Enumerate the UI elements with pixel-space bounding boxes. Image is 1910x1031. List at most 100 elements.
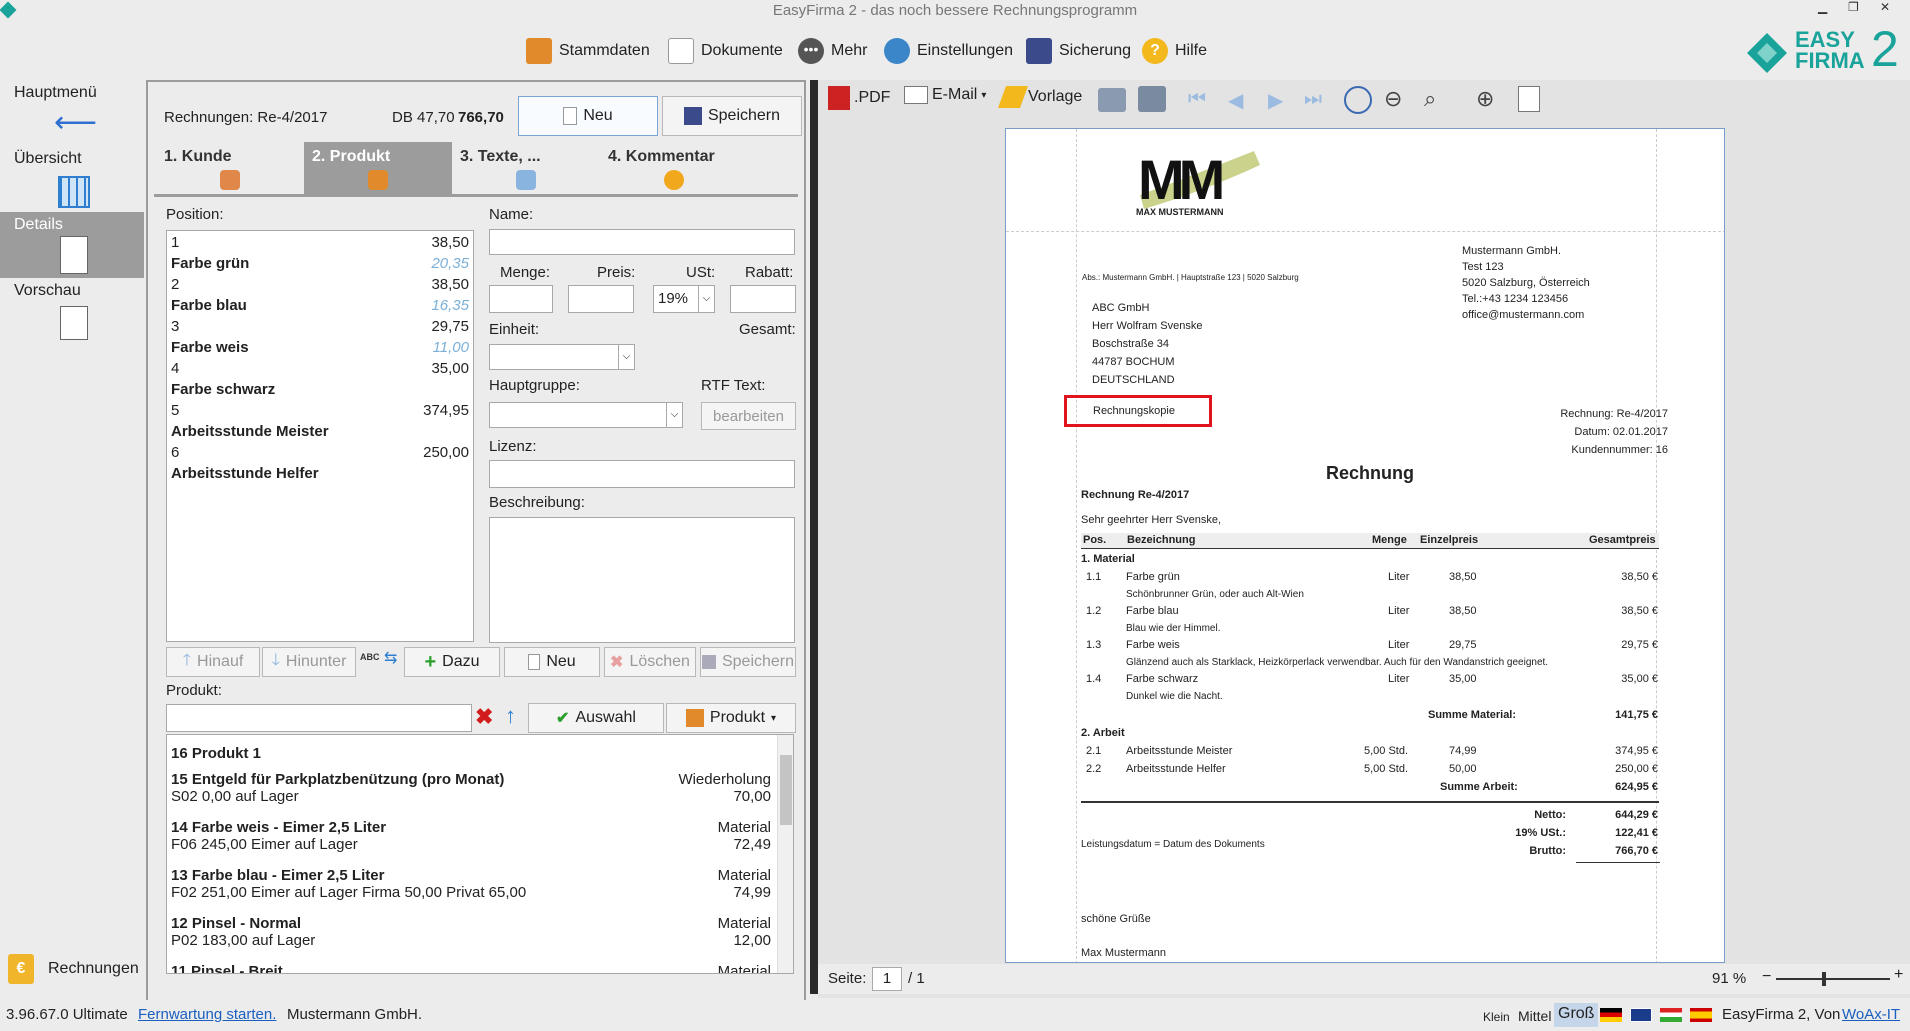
scrollbar-thumb[interactable] xyxy=(780,755,792,825)
vorlage-button[interactable]: Vorlage xyxy=(997,86,1082,108)
flag-hu-icon[interactable] xyxy=(1660,1008,1682,1022)
position-row[interactable]: 4 35,00 xyxy=(171,360,469,381)
lizenz-input[interactable] xyxy=(489,460,795,488)
nav-hauptmenu[interactable]: Hauptmenü ⟵ xyxy=(0,80,144,146)
product-item[interactable]: 14 Farbe weis - Eimer 2,5 Liter Material F… xyxy=(171,819,771,853)
position-neu-button[interactable]: Neu xyxy=(504,647,600,677)
hinauf-button[interactable]: 🡑 Hinauf xyxy=(166,647,260,677)
title-bar: EasyFirma 2 - das noch bessere Rechnungs… xyxy=(0,0,1910,24)
produkt-dropdown-button[interactable]: Produkt ▾ xyxy=(666,703,796,733)
swap-icon[interactable]: ⇆ xyxy=(384,648,397,668)
pdf-button[interactable]: .PDF xyxy=(828,86,890,110)
zoom-minus-icon[interactable]: − xyxy=(1762,968,1771,986)
export-icon[interactable] xyxy=(1518,86,1540,112)
einheit-select[interactable]: ⌵ xyxy=(489,344,635,370)
position-name-row[interactable]: Farbe weis 11,00 xyxy=(171,339,469,360)
product-item[interactable]: 13 Farbe blau - Eimer 2,5 Liter Material F… xyxy=(171,867,771,901)
email-button[interactable]: E-Mail ▾ xyxy=(904,86,986,104)
zoom-in-icon[interactable]: ⊕ xyxy=(1476,86,1494,112)
abc-sort-icon[interactable]: ABC xyxy=(360,652,380,662)
stammdaten-button[interactable]: Stammdaten xyxy=(526,38,650,64)
fernwartung-link[interactable]: Fernwartung starten. xyxy=(138,1006,276,1023)
print-icon[interactable] xyxy=(1098,88,1126,112)
loeschen-button[interactable]: ✖ Löschen xyxy=(604,647,696,677)
greeting: Sehr geehrter Herr Svenske, xyxy=(1081,514,1222,526)
mehr-button[interactable]: ••• Mehr xyxy=(798,38,867,64)
tab-texte[interactable]: 3. Texte, ... xyxy=(452,142,600,194)
copy-label: Rechnungskopie xyxy=(1093,405,1175,417)
position-row[interactable]: 1 38,50 xyxy=(171,234,469,255)
hauptgruppe-select[interactable]: ⌵ xyxy=(489,402,683,428)
nav-rechnungen[interactable]: € Rechnungen xyxy=(8,954,139,984)
dokumente-button[interactable]: Dokumente xyxy=(668,38,783,64)
position-name-row[interactable]: Farbe grün 20,35 xyxy=(171,255,469,276)
next-page-icon[interactable]: ▶ xyxy=(1268,88,1283,113)
panel-divider[interactable] xyxy=(810,80,818,994)
flag-es-icon[interactable] xyxy=(1690,1008,1712,1022)
zoom-plus-icon[interactable]: + xyxy=(1894,966,1903,984)
prev-page-icon[interactable]: ◀ xyxy=(1228,88,1243,113)
woax-link[interactable]: WoAx-IT xyxy=(1842,1006,1900,1023)
save-document-button[interactable]: Speichern xyxy=(662,96,802,136)
rtf-bearbeiten-button[interactable]: bearbeiten xyxy=(701,402,796,430)
arrow-up-icon[interactable]: ↑ xyxy=(505,703,516,729)
last-page-icon[interactable]: ⏭ xyxy=(1304,88,1322,111)
beschreibung-textarea[interactable] xyxy=(489,517,795,643)
position-name-row[interactable]: Arbeitsstunde Helfer xyxy=(171,465,469,486)
ust-select[interactable]: 19% ⌵ xyxy=(653,285,715,313)
maximize-button[interactable]: ❐ xyxy=(1848,0,1859,14)
tab-kunde[interactable]: 1. Kunde xyxy=(156,142,304,194)
clear-x-icon[interactable]: ✖ xyxy=(475,704,493,730)
dazu-button[interactable]: + Dazu xyxy=(404,647,500,677)
tab-kommentar[interactable]: 4. Kommentar xyxy=(600,142,800,194)
hilfe-button[interactable]: ? Hilfe xyxy=(1142,38,1207,64)
product-list-scrollbar[interactable] xyxy=(777,735,793,973)
position-name-row[interactable]: Farbe schwarz xyxy=(171,381,469,402)
rabatt-input[interactable] xyxy=(730,285,796,313)
product-item[interactable]: 12 Pinsel - Normal Material P02 183,00 auf… xyxy=(171,915,771,949)
product-item[interactable]: 15 Entgeld für Parkplatzbenützung (pro M… xyxy=(171,771,771,805)
position-list[interactable]: 1 38,50 Farbe grün 20,35 2 38,50 Farbe blau… xyxy=(166,230,474,642)
menge-input[interactable] xyxy=(489,285,553,313)
produkt-search-input[interactable] xyxy=(166,704,472,732)
minimize-button[interactable]: ▁ xyxy=(1818,0,1827,14)
hinunter-button[interactable]: 🡓 Hinunter xyxy=(262,647,356,677)
close-button[interactable]: ✕ xyxy=(1880,0,1890,14)
position-speichern-button[interactable]: Speichern xyxy=(700,647,796,677)
size-klein-option[interactable]: Klein xyxy=(1483,1010,1510,1024)
zoom-slider-thumb[interactable] xyxy=(1822,972,1826,986)
compass-icon[interactable] xyxy=(1344,86,1372,114)
calendar-grid-icon xyxy=(58,176,90,208)
nav-vorschau[interactable]: Vorschau xyxy=(0,278,144,344)
first-page-icon[interactable]: ⏮ xyxy=(1188,88,1206,111)
tab-produkt[interactable]: 2. Produkt xyxy=(304,142,452,194)
position-name-row[interactable]: Farbe blau 16,35 xyxy=(171,297,469,318)
flag-de-icon[interactable] xyxy=(1600,1008,1622,1022)
product-list[interactable]: 16 Produkt 1 15 Entgeld für Parkplatzben… xyxy=(166,734,794,974)
gesamt-label: Gesamt: xyxy=(739,321,796,338)
size-mittel-option[interactable]: Mittel xyxy=(1518,1008,1551,1024)
position-row[interactable]: 5 374,95 xyxy=(171,402,469,423)
zoom-slider-track[interactable] xyxy=(1776,978,1890,980)
new-document-button[interactable]: Neu xyxy=(518,96,658,136)
print-settings-icon[interactable] xyxy=(1138,86,1166,112)
preis-input[interactable] xyxy=(568,285,634,313)
sicherung-button[interactable]: Sicherung xyxy=(1026,38,1131,64)
zoom-icon[interactable]: ⌕ xyxy=(1424,86,1436,112)
product-item[interactable]: 16 Produkt 1 xyxy=(171,745,771,762)
nav-details[interactable]: Details xyxy=(0,212,144,278)
einstellungen-button[interactable]: Einstellungen xyxy=(884,38,1013,64)
page-number-input[interactable]: 1 xyxy=(872,967,902,991)
auswahl-button[interactable]: ✔ Auswahl xyxy=(528,703,664,733)
position-name-row[interactable]: Arbeitsstunde Meister xyxy=(171,423,469,444)
product-item[interactable]: 11 Pinsel - Breit Material xyxy=(171,963,771,973)
position-row[interactable]: 6 250,00 xyxy=(171,444,469,465)
position-row[interactable]: 3 29,75 xyxy=(171,318,469,339)
nav-uebersicht[interactable]: Übersicht xyxy=(0,146,144,212)
name-input[interactable] xyxy=(489,229,795,255)
flag-uk-icon[interactable] xyxy=(1630,1008,1652,1022)
size-gross-option[interactable]: Groß xyxy=(1554,1003,1599,1027)
zoom-out-icon[interactable]: ⊖ xyxy=(1384,86,1402,112)
position-row[interactable]: 2 38,50 xyxy=(171,276,469,297)
item-desc: Glänzend auch als Starklack, Heizkörperl… xyxy=(1126,657,1549,668)
